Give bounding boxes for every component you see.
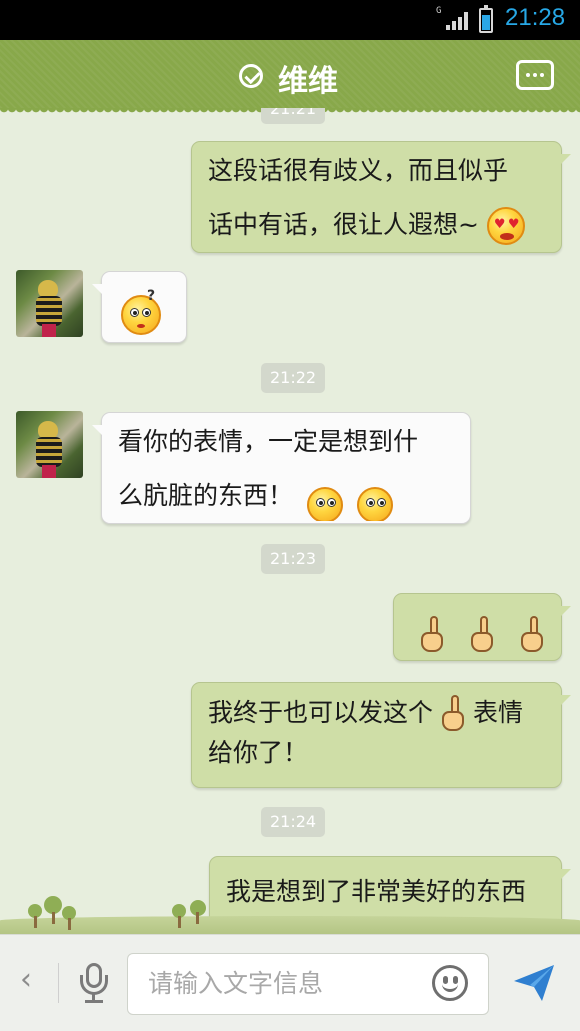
network-type-label: G (436, 6, 442, 16)
timestamp: 21:24 (261, 807, 326, 837)
timestamp: 21:22 (261, 363, 326, 393)
message-list[interactable]: 21:21 这段话很有歧义，而且似乎 话中有话，很让人遐想~ ♥ ♥ ? 21:2… (0, 108, 580, 934)
contact-avatar[interactable] (16, 411, 83, 478)
divider (58, 963, 59, 1003)
timestamp: 21:21 (261, 108, 326, 124)
emoji-icon[interactable] (432, 965, 468, 1001)
message-text: 这段话很有歧义，而且似乎 (208, 156, 509, 185)
background-scenery (0, 890, 580, 934)
shy-emoji-icon (356, 487, 393, 521)
status-bar: G 21:28 (0, 0, 580, 40)
message-bubble-outgoing[interactable]: 这段话很有歧义，而且似乎 话中有话，很让人遐想~ ♥ ♥ (191, 141, 571, 253)
input-bar: ‹ 请输入文字信息 (0, 934, 580, 1031)
status-clock: 21:28 (505, 4, 566, 31)
message-text: 我终于也可以发这个 (208, 698, 434, 727)
mic-icon[interactable] (78, 963, 110, 1003)
thumbs-up-emoji-icon (416, 616, 448, 654)
message-text: 表情 (473, 698, 524, 727)
confused-emoji-icon: ? (121, 289, 161, 335)
thumbs-up-emoji-icon (516, 616, 548, 654)
signal-icon (446, 12, 470, 30)
thumbs-up-emoji-icon (437, 695, 469, 733)
message-bubble-incoming[interactable]: 看你的表情，一定是想到什 么肮脏的东西！ (92, 412, 471, 524)
timestamp: 21:23 (261, 544, 326, 574)
message-bubble-outgoing[interactable] (393, 593, 571, 661)
send-icon[interactable] (512, 961, 556, 1005)
more-button[interactable] (516, 60, 554, 90)
message-text: 给你了！ (208, 738, 309, 767)
message-text: 么肮脏的东西！ (118, 481, 294, 510)
message-text: 话中有话，很让人遐想~ (208, 210, 479, 239)
heart-eyes-emoji-icon: ♥ ♥ (486, 207, 525, 245)
check-circle-icon (239, 64, 263, 88)
contact-avatar[interactable] (16, 270, 83, 337)
back-icon[interactable]: ‹ (20, 965, 32, 995)
shy-emoji-icon (306, 487, 343, 521)
message-text: 看你的表情，一定是想到什 (118, 427, 419, 456)
message-bubble-incoming[interactable]: ? (92, 271, 187, 343)
battery-icon (479, 5, 493, 33)
message-bubble-outgoing[interactable]: 我终于也可以发这个 表情 给你了！ (191, 682, 571, 788)
contact-name: 维维 (278, 64, 338, 99)
chat-header: 维维 (0, 40, 580, 114)
thumbs-up-emoji-icon (466, 616, 498, 654)
